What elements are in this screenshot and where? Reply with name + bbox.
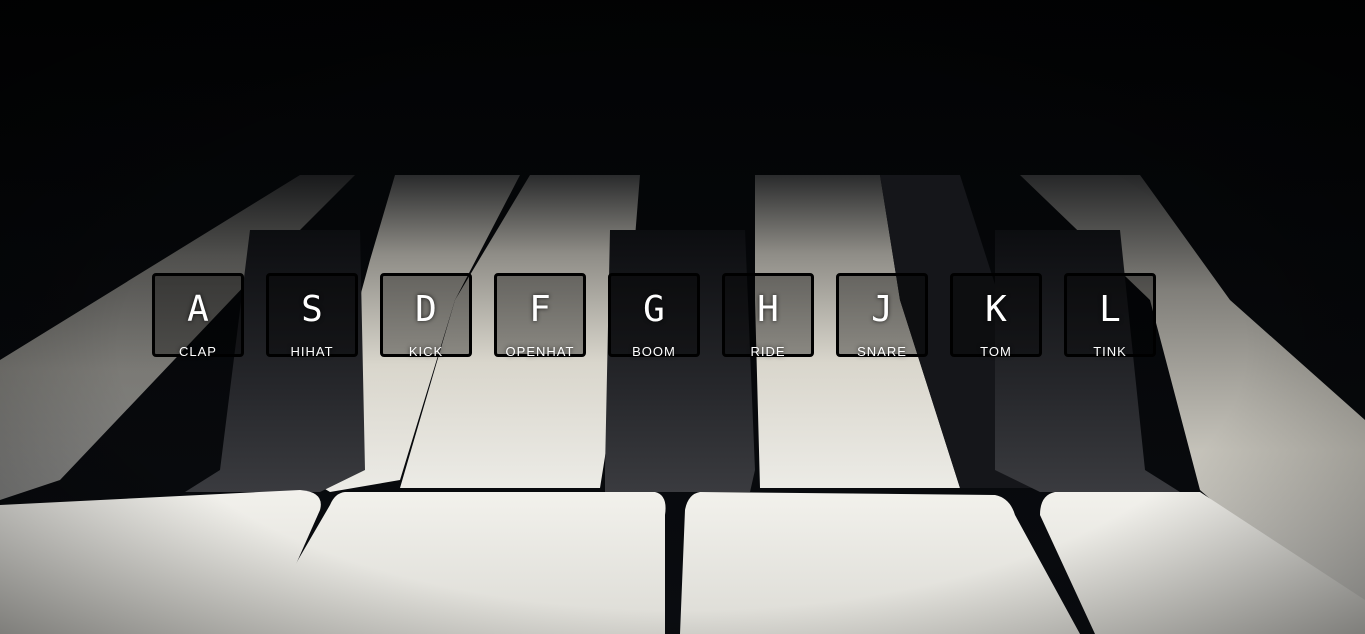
sound-name: HIHAT: [290, 344, 334, 359]
sound-name: CLAP: [179, 344, 217, 359]
key-letter: J: [871, 289, 893, 330]
key-letter: H: [757, 289, 779, 330]
drum-keys: A CLAP S HIHAT D KICK F OPENHAT G BOOM H…: [152, 273, 1156, 359]
drum-key-g[interactable]: G BOOM: [608, 273, 700, 359]
key-letter: A: [187, 289, 209, 330]
drum-key-l[interactable]: L TINK: [1064, 273, 1156, 359]
key-letter: K: [985, 289, 1007, 330]
key-letter: G: [643, 289, 665, 330]
drum-key-a[interactable]: A CLAP: [152, 273, 244, 359]
sound-name: TOM: [980, 344, 1012, 359]
key-letter: D: [415, 289, 437, 330]
sound-name: OPENHAT: [505, 344, 575, 359]
drum-key-d[interactable]: D KICK: [380, 273, 472, 359]
drum-kit-page: A CLAP S HIHAT D KICK F OPENHAT G BOOM H…: [0, 0, 1365, 634]
key-letter: S: [301, 289, 323, 330]
key-letter: F: [529, 289, 551, 330]
sound-name: RIDE: [750, 344, 786, 359]
sound-name: KICK: [408, 344, 444, 359]
sound-name: SNARE: [857, 344, 907, 359]
sound-name: TINK: [1093, 344, 1127, 359]
drum-key-j[interactable]: J SNARE: [836, 273, 928, 359]
key-letter: L: [1099, 289, 1121, 330]
drum-key-k[interactable]: K TOM: [950, 273, 1042, 359]
drum-key-s[interactable]: S HIHAT: [266, 273, 358, 359]
drum-key-f[interactable]: F OPENHAT: [494, 273, 586, 359]
sound-name: BOOM: [632, 344, 676, 359]
drum-key-h[interactable]: H RIDE: [722, 273, 814, 359]
